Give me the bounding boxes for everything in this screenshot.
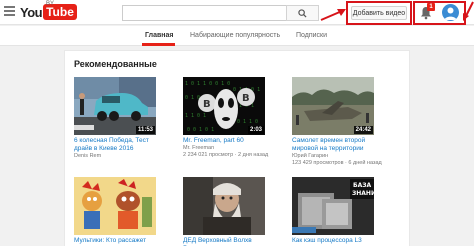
video-channel[interactable]: Denis Rem xyxy=(74,153,156,160)
video-card[interactable]: Мультики: Кто рассажет xyxy=(74,177,156,246)
section-title: Рекомендованные xyxy=(74,59,157,69)
video-channel[interactable]: Юрий Гагарин xyxy=(292,153,374,160)
video-thumbnail[interactable]: БАЗА ЗНАНИЙ xyxy=(292,177,374,235)
active-tab-indicator xyxy=(142,43,175,46)
svg-text:0 1 1 0: 0 1 1 0 xyxy=(237,119,258,125)
video-title[interactable]: 6 колесная Победа, Тест драйв в Киеве 20… xyxy=(74,137,156,153)
tab-home[interactable]: Главная xyxy=(145,32,173,39)
video-card[interactable]: 1 0 1 1 0 0 1 00 1 1 0 1 0 1 0 1 11 0 1 … xyxy=(183,77,269,159)
tab-trending[interactable]: Набирающие популярность xyxy=(190,32,280,39)
video-thumbnail[interactable]: 24:42 xyxy=(292,77,374,135)
tab-subscriptions[interactable]: Подписки xyxy=(296,32,327,39)
recommended-section: Рекомендованные 11:53 6 колесная Победа,… xyxy=(64,50,410,246)
logo-region-code: BY xyxy=(46,1,55,7)
video-thumbnail[interactable]: 11:53 xyxy=(74,77,156,135)
svg-text:1 0 1 1 0 0 1 0: 1 0 1 1 0 0 1 0 xyxy=(185,81,230,87)
video-duration: 24:42 xyxy=(353,126,373,134)
video-card[interactable]: ДЕД Верховный Волхв Роды xyxy=(183,177,265,246)
svg-text:0 0 1 0 1: 0 0 1 0 1 xyxy=(187,127,214,133)
video-meta: 123 429 просмотров · 6 дней назад xyxy=(292,160,382,166)
knowledge-base-text-2: ЗНАНИЙ xyxy=(352,189,374,197)
video-title[interactable]: Мультики: Кто рассажет xyxy=(74,237,156,246)
knowledge-base-text-1: БАЗА xyxy=(353,182,371,189)
video-title[interactable]: Как кэш процессора L3 xyxy=(292,237,374,246)
annotation-highlight-upload xyxy=(346,1,412,25)
search-icon xyxy=(298,8,307,18)
video-meta: 2 234 021 просмотр · 2 дня назад xyxy=(183,152,269,158)
search-input[interactable] xyxy=(122,5,287,21)
video-title[interactable]: ДЕД Верховный Волхв Роды xyxy=(183,237,265,246)
video-card[interactable]: 11:53 6 колесная Победа, Тест драйв в Ки… xyxy=(74,77,156,160)
annotation-arrow-icon xyxy=(463,1,474,21)
annotation-highlight-user xyxy=(413,1,466,25)
annotation-arrow-icon xyxy=(320,9,346,21)
search-button[interactable] xyxy=(286,5,319,21)
hamburger-menu-icon[interactable] xyxy=(4,6,15,16)
feed-tabs: Главная Набирающие популярность Подписки xyxy=(0,26,474,46)
video-duration: 2:03 xyxy=(247,126,264,134)
svg-text:B: B xyxy=(203,99,211,110)
video-title[interactable]: Самолет времен второй мировой на террито… xyxy=(292,137,374,153)
video-thumbnail[interactable] xyxy=(183,177,265,235)
video-card[interactable]: БАЗА ЗНАНИЙ Как кэш процессора L3 xyxy=(292,177,374,246)
svg-text:B: B xyxy=(242,93,250,104)
logo-text-you: You xyxy=(20,4,43,20)
video-card[interactable]: 24:42 Самолет времен второй мировой на т… xyxy=(292,77,382,167)
svg-text:1 1 0 1: 1 1 0 1 xyxy=(185,113,206,119)
video-thumbnail[interactable]: 1 0 1 1 0 0 1 00 1 1 0 1 0 1 0 1 11 0 1 … xyxy=(183,77,265,135)
video-duration: 11:53 xyxy=(135,126,155,134)
video-channel[interactable]: Mr. Freeman xyxy=(183,145,265,152)
video-thumbnail[interactable] xyxy=(74,177,156,235)
